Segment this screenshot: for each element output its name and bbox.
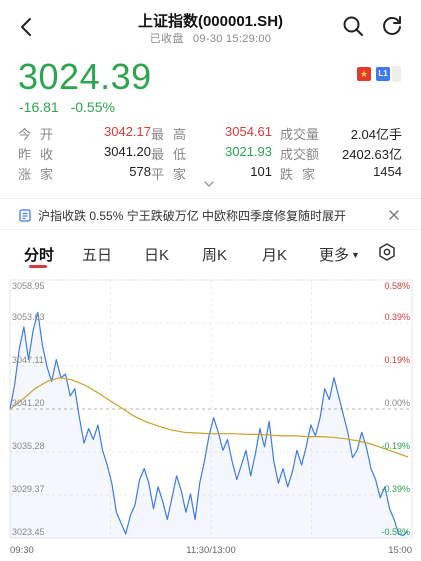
up-count-label: 涨家 — [18, 167, 63, 182]
price-area — [10, 312, 408, 538]
last-price: 3024.39 — [18, 56, 152, 97]
y-pct-label: -0.39% — [381, 484, 410, 494]
open-label: 今开 — [18, 127, 63, 142]
flat-count-value: 101 — [250, 164, 272, 179]
search-icon[interactable] — [341, 14, 365, 38]
y-pct-label: 0.19% — [384, 355, 410, 365]
x-tick-label: 11:30/13:00 — [186, 545, 235, 556]
open-value: 3042.17 — [104, 124, 151, 139]
amount-label: 成交额 — [280, 147, 320, 162]
close-icon[interactable] — [388, 209, 400, 221]
change-value: -16.81 — [19, 99, 59, 115]
y-pct-label: 0.58% — [384, 281, 410, 291]
tab-weekly-k[interactable]: 周K — [202, 244, 227, 265]
low-value: 3021.93 — [225, 144, 272, 159]
news-headline[interactable]: 沪指收跌 0.55% 宁王跌破万亿 中欧称四季度修复随时展开 — [38, 207, 346, 224]
caret-down-icon: ▼ — [351, 250, 360, 260]
down-count-label: 跌家 — [280, 167, 325, 182]
y-tick-label: 3035.28 — [12, 441, 45, 451]
tab-more[interactable]: 更多 ▼ — [319, 244, 360, 265]
status-text: 已收盘 — [149, 33, 184, 45]
down-count-value: 1454 — [373, 164, 402, 179]
tab-five-day[interactable]: 五日 — [82, 244, 112, 265]
quote-stats: 今开 3042.17 最高 3054.61 成交量 2.04亿手 昨收 3041… — [18, 124, 406, 184]
intraday-chart[interactable]: 3058.95 0.58% 3053.03 0.39% 3047.11 0.19% 3041… — [0, 268, 421, 561]
level-badge-tab — [392, 66, 401, 82]
tab-daily-k[interactable]: 日K — [144, 244, 169, 265]
status-datetime: 09-30 15:29:00 — [193, 33, 272, 45]
x-tick-label: 09:30 — [10, 545, 34, 556]
flat-count-label: 平家 — [151, 167, 196, 182]
high-value: 3054.61 — [225, 124, 272, 139]
expand-chevron-icon[interactable] — [203, 180, 215, 188]
y-tick-label: 3023.45 — [12, 527, 45, 537]
x-tick-label: 15:00 — [388, 545, 412, 556]
news-banner[interactable]: 沪指收跌 0.55% 宁王跌破万亿 中欧称四季度修复随时展开 — [0, 198, 421, 230]
china-flag-icon: ★ — [357, 67, 371, 81]
change-percent: -0.55% — [70, 99, 115, 115]
prev-close-value: 3041.20 — [104, 144, 151, 159]
y-tick-label: 3053.03 — [12, 312, 45, 322]
y-pct-label: 0.39% — [384, 312, 410, 322]
tab-more-label: 更多 — [319, 247, 350, 264]
header-bar: 上证指数(000001.SH) 已收盘 09-30 15:29:00 — [0, 0, 421, 52]
stats-row-1: 今开 3042.17 最高 3054.61 成交量 2.04亿手 — [18, 124, 406, 144]
period-tabs: 分时 五日 日K 周K 月K 更多 ▼ — [0, 236, 421, 268]
up-count-value: 578 — [129, 164, 151, 179]
tab-intraday[interactable]: 分时 — [24, 244, 54, 265]
prev-close-label: 昨收 — [18, 147, 63, 162]
high-label: 最高 — [151, 127, 196, 142]
volume-value: 2.04亿手 — [350, 127, 402, 142]
y-pct-label: 0.00% — [384, 398, 410, 408]
y-pct-label: -0.19% — [381, 441, 410, 451]
y-tick-label: 3047.11 — [12, 355, 44, 365]
tab-monthly-k[interactable]: 月K — [262, 244, 287, 265]
y-tick-label: 3029.37 — [12, 484, 45, 494]
price-change: -16.81 -0.55% — [19, 99, 123, 115]
refresh-icon[interactable] — [380, 14, 404, 38]
amount-value: 2402.63亿 — [342, 147, 402, 162]
low-label: 最低 — [151, 147, 196, 162]
level-badge[interactable]: L1 — [376, 67, 390, 81]
stats-row-2: 昨收 3041.20 最低 3021.93 成交额 2402.63亿 — [18, 144, 406, 164]
y-tick-label: 3041.20 — [12, 398, 45, 408]
y-tick-label: 3058.95 — [12, 281, 45, 291]
news-icon — [19, 209, 31, 222]
volume-label: 成交量 — [280, 127, 320, 142]
y-pct-label: -0.58% — [381, 527, 410, 537]
settings-icon[interactable] — [378, 243, 396, 261]
